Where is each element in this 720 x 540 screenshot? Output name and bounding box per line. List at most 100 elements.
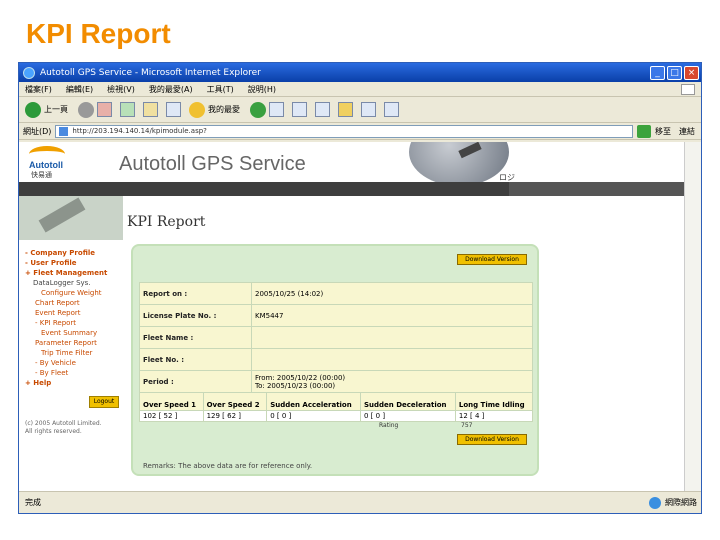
menu-tools[interactable]: 工具(T) [207, 84, 234, 95]
address-url: http://203.194.140.14/kpimodule.asp? [72, 127, 207, 135]
menu-bar: 檔案(F) 編輯(E) 檢視(V) 我的最愛(A) 工具(T) 說明(H) [19, 82, 701, 97]
nav-chart-report[interactable]: Chart Report [25, 298, 125, 308]
report-on-label: Report on : [139, 282, 252, 305]
status-bar: 完成 網際網路 [19, 491, 701, 513]
site-name: Autotoll GPS Service [119, 153, 306, 175]
header-sudden-deceleration: Sudden Deceleration [360, 392, 456, 411]
fleet-no-label: Fleet No. : [139, 348, 252, 371]
nav-kpi-report[interactable]: - KPI Report [25, 318, 125, 328]
address-bar: 網址(D) http://203.194.140.14/kpimodule.as… [19, 123, 701, 140]
fleet-name-label: Fleet Name : [139, 326, 252, 349]
side-nav: - Company Profile - User Profile + Fleet… [25, 248, 125, 436]
address-input[interactable]: http://203.194.140.14/kpimodule.asp? [55, 124, 633, 138]
nav-user-profile[interactable]: - User Profile [25, 258, 125, 268]
header-over-speed-1: Over Speed 1 [139, 392, 204, 411]
mail-icon[interactable] [269, 102, 284, 117]
globe-image [409, 142, 509, 186]
back-button[interactable]: 上一頁 [25, 101, 68, 118]
window-title: Autotoll GPS Service - Microsoft Interne… [40, 67, 261, 78]
download-version-button-top[interactable]: Download Version [457, 254, 527, 265]
nav-event-report[interactable]: Event Report [25, 308, 125, 318]
value-long-time-idling: 12 [ 4 ] [454, 410, 534, 422]
messenger-icon[interactable] [384, 102, 399, 117]
copyright-line-2: All rights reserved. [25, 428, 82, 435]
nav-fleet-management[interactable]: + Fleet Management [25, 268, 125, 278]
menu-file[interactable]: 檔案(F) [25, 84, 52, 95]
vertical-scrollbar[interactable] [684, 142, 701, 491]
license-plate-label: License Plate No. : [139, 304, 252, 327]
fleet-no-value [251, 348, 533, 371]
nav-configure-weight[interactable]: Configure Weight [25, 288, 125, 298]
copyright: (c) 2005 Autotoll Limited. All rights re… [25, 420, 125, 436]
period-to: To: 2005/10/23 (00:00) [255, 381, 336, 390]
toolbar: 上一頁 我的最愛 [19, 97, 701, 123]
value-sudden-deceleration: 0 [ 0 ] [360, 410, 456, 422]
table-row: Fleet No. : [139, 348, 533, 371]
ie-icon [23, 66, 35, 79]
nav-by-vehicle[interactable]: - By Vehicle [25, 358, 125, 368]
forward-arrow-icon[interactable] [78, 101, 94, 118]
minimize-icon[interactable]: _ [650, 65, 665, 80]
discuss-icon[interactable] [361, 102, 376, 117]
menu-edit[interactable]: 編輯(E) [66, 84, 93, 95]
history-icon[interactable] [250, 101, 266, 118]
back-arrow-icon [25, 101, 41, 118]
value-over-speed-2: 129 [ 62 ] [202, 410, 268, 422]
page-viewport: Autotoll 快易通 Autotoll GPS Service ロジ KPI… [19, 142, 685, 491]
menu-favorites[interactable]: 我的最愛(A) [149, 84, 193, 95]
slide-title: KPI Report [26, 18, 171, 49]
remarks: Remarks: The above data are for referenc… [143, 462, 313, 470]
table-row: Fleet Name : [139, 326, 533, 349]
rating-value: 757 [461, 422, 473, 429]
favorites-label: 我的最愛 [208, 105, 240, 114]
table-row: License Plate No. : KM5447 [139, 304, 533, 327]
home-icon[interactable] [143, 102, 158, 117]
header-band [19, 182, 685, 196]
header-sudden-acceleration: Sudden Acceleration [266, 392, 361, 411]
print-icon[interactable] [292, 102, 307, 117]
zone-label: 網際網路 [665, 498, 697, 507]
refresh-icon[interactable] [120, 102, 135, 117]
logout-button[interactable]: Logout [89, 396, 119, 408]
nav-company-profile[interactable]: - Company Profile [25, 248, 125, 258]
header-blank [511, 142, 685, 182]
menu-view[interactable]: 檢視(V) [107, 84, 135, 95]
period-label: Period : [139, 370, 252, 393]
search-icon[interactable] [166, 102, 181, 117]
table-row: Report on : 2005/10/25 (14:02) [139, 282, 533, 305]
status-text: 完成 [25, 498, 41, 507]
logo-name: Autotoll [29, 160, 63, 170]
fleet-name-value [251, 326, 533, 349]
satellite-icon [38, 197, 86, 233]
menu-help[interactable]: 說明(H) [248, 84, 276, 95]
nav-datalogger[interactable]: DataLogger Sys. [25, 278, 125, 288]
report-panel: Download Version Report on : 2005/10/25 … [131, 244, 539, 476]
nav-trip-time-filter[interactable]: Trip Time Filter [25, 348, 125, 358]
logo-chinese-name: 快易通 [31, 171, 52, 179]
nav-help[interactable]: + Help [25, 378, 125, 388]
close-icon[interactable]: × [684, 65, 699, 80]
nav-by-fleet[interactable]: - By Fleet [25, 368, 125, 378]
go-arrow-icon[interactable] [637, 124, 651, 138]
page-icon [59, 126, 69, 136]
go-button[interactable]: 移至 [655, 126, 671, 137]
browser-window: Autotoll GPS Service - Microsoft Interne… [18, 62, 702, 514]
nav-parameter-report[interactable]: Parameter Report [25, 338, 125, 348]
page-heading: KPI Report [127, 214, 206, 230]
links-button[interactable]: 連結 [679, 126, 695, 137]
license-plate-value: KM5447 [251, 304, 533, 327]
nav-event-summary[interactable]: Event Summary [25, 328, 125, 338]
edit-icon[interactable] [315, 102, 330, 117]
value-sudden-acceleration: 0 [ 0 ] [266, 410, 361, 422]
download-version-button-bottom[interactable]: Download Version [457, 434, 527, 445]
table-row: 102 [ 52 ] 129 [ 62 ] 0 [ 0 ] 0 [ 0 ] 12… [139, 410, 534, 422]
report-info-table: Report on : 2005/10/25 (14:02) License P… [139, 282, 533, 393]
folder-icon[interactable] [338, 102, 353, 117]
satellite-banner [19, 196, 123, 240]
maximize-icon[interactable]: □ [667, 65, 682, 80]
stop-icon[interactable] [97, 102, 112, 117]
favorites-button[interactable]: 我的最愛 [189, 101, 240, 118]
site-header: Autotoll 快易通 Autotoll GPS Service ロジ [19, 142, 685, 186]
header-long-time-idling: Long Time Idling [454, 392, 534, 411]
windows-flag-icon [681, 83, 695, 95]
